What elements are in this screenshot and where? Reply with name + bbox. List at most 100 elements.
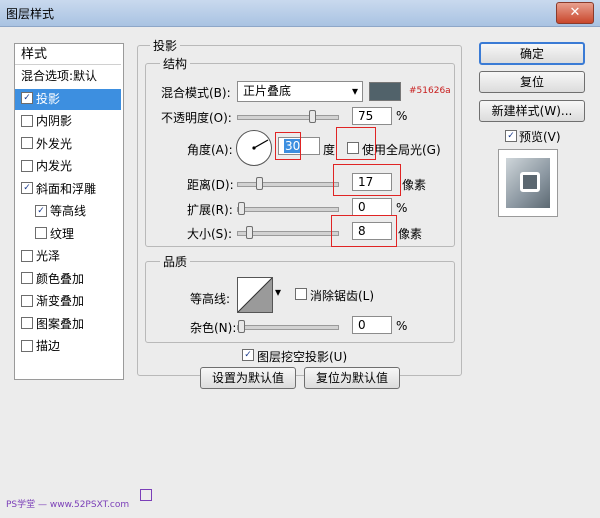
style-preview-thumbnail: [498, 149, 558, 217]
style-list-item-label: 图案叠加: [36, 316, 85, 331]
noise-input[interactable]: 0: [352, 316, 392, 334]
style-checkbox[interactable]: [21, 272, 33, 284]
opacity-slider-thumb[interactable]: [309, 110, 316, 123]
style-checkbox[interactable]: [35, 227, 47, 239]
style-list-item[interactable]: 描边: [15, 336, 121, 357]
style-checkbox[interactable]: ✓: [21, 182, 33, 194]
contour-linear-icon: [237, 277, 273, 313]
noise-label: 杂色(N):: [190, 321, 237, 335]
opacity-label: 不透明度(O):: [161, 111, 232, 125]
style-list-item[interactable]: 混合选项:默认: [15, 66, 121, 87]
drop-shadow-title: 投影: [150, 37, 181, 54]
style-list-item-label: 渐变叠加: [36, 294, 85, 308]
style-list-header: 样式: [15, 44, 121, 65]
opacity-slider[interactable]: [237, 110, 339, 123]
resize-grip-icon: [140, 489, 152, 501]
highlight-box-distance: [333, 164, 401, 196]
window-title: 图层样式: [6, 7, 55, 21]
preview-swatch: [506, 158, 550, 208]
style-list-item-label: 混合选项:默认: [21, 69, 98, 83]
ok-button[interactable]: 确定: [479, 42, 585, 65]
style-list-item[interactable]: ✓ 等高线: [15, 201, 121, 222]
knockout-checkbox[interactable]: ✓: [242, 349, 254, 361]
style-checkbox[interactable]: [21, 249, 33, 262]
spread-input[interactable]: 0: [352, 198, 392, 216]
blend-mode-value: 正片叠底: [243, 84, 292, 98]
highlight-box-angle: [275, 132, 301, 160]
style-list-item-label: 描边: [36, 339, 61, 353]
style-list-item-label: 颜色叠加: [36, 271, 85, 286]
structure-title: 结构: [160, 55, 191, 72]
preview-shape: [520, 172, 540, 192]
blend-mode-select[interactable]: 正片叠底 ▾: [237, 81, 363, 102]
style-list-item[interactable]: ✓ 斜面和浮雕: [15, 179, 121, 200]
style-checkbox[interactable]: ✓: [21, 92, 33, 104]
style-list-item[interactable]: 渐变叠加: [15, 291, 121, 312]
highlight-box-size: [331, 215, 397, 247]
contour-dropdown-icon[interactable]: ▾: [275, 285, 281, 299]
style-checkbox[interactable]: [21, 339, 33, 352]
noise-slider-thumb[interactable]: [238, 320, 245, 333]
style-list-item[interactable]: 图案叠加: [15, 314, 121, 335]
dialog-body: 样式 混合选项:默认 ✓ 投影 内阴影 外发光 内发光 ✓ 斜面和浮雕 ✓ 等高线 纹理 光泽 颜色叠加…: [0, 27, 600, 518]
antialias-checkbox[interactable]: [295, 288, 307, 300]
chevron-down-icon: ▾: [351, 84, 358, 98]
style-list-item[interactable]: 颜色叠加: [15, 269, 121, 290]
quality-title: 品质: [160, 253, 191, 270]
spread-unit: %: [396, 201, 408, 215]
reset-button[interactable]: 复位: [479, 71, 585, 93]
spread-slider[interactable]: [237, 202, 339, 215]
style-list: 样式 混合选项:默认 ✓ 投影 内阴影 外发光 内发光 ✓ 斜面和浮雕 ✓ 等高线 纹理 光泽 颜色叠加…: [14, 43, 124, 380]
distance-slider-thumb[interactable]: [256, 177, 263, 190]
style-list-item-label: 外发光: [36, 136, 73, 151]
angle-needle-icon: [252, 139, 269, 150]
size-label: 大小(S):: [187, 227, 233, 241]
blend-mode-label: 混合模式(B):: [161, 86, 231, 100]
reset-default-button[interactable]: 复位为默认值: [304, 367, 400, 389]
shadow-color-swatch[interactable]: [369, 82, 401, 101]
preview-checkbox[interactable]: ✓: [505, 130, 517, 142]
style-list-item[interactable]: 内阴影: [15, 111, 121, 132]
angle-dial[interactable]: [236, 130, 272, 166]
distance-label: 距离(D):: [187, 178, 234, 192]
style-list-item-label: 斜面和浮雕: [36, 181, 97, 196]
contour-picker[interactable]: [237, 277, 273, 313]
color-hex-note: #51626a: [409, 86, 451, 96]
style-list-item-label: 光泽: [36, 249, 61, 263]
style-checkbox[interactable]: [21, 294, 33, 307]
watermark-text: PS学堂 — www.52PSXT.com: [6, 500, 130, 510]
distance-slider[interactable]: [237, 177, 339, 190]
angle-label: 角度(A):: [187, 143, 233, 157]
opacity-unit: %: [396, 109, 408, 123]
size-unit: 像素: [398, 227, 423, 241]
style-checkbox[interactable]: [21, 317, 33, 329]
style-checkbox[interactable]: [21, 137, 33, 149]
set-default-button[interactable]: 设置为默认值: [200, 367, 296, 389]
style-list-item[interactable]: ✓ 投影: [15, 88, 121, 110]
close-button[interactable]: ✕: [556, 2, 594, 24]
style-checkbox[interactable]: ✓: [35, 204, 47, 217]
highlight-box-global-light: [336, 127, 376, 160]
new-style-button[interactable]: 新建样式(W)...: [479, 100, 585, 122]
opacity-input[interactable]: 75: [352, 107, 392, 125]
size-slider-thumb[interactable]: [246, 226, 253, 239]
style-list-item-label: 等高线: [50, 204, 87, 218]
style-list-item-label: 纹理: [50, 226, 75, 241]
angle-unit: 度: [323, 143, 336, 157]
noise-slider[interactable]: [237, 320, 339, 333]
preview-label: 预览(V): [519, 130, 561, 144]
spread-label: 扩展(R):: [187, 203, 233, 217]
style-checkbox[interactable]: [21, 114, 33, 127]
contour-label: 等高线:: [190, 292, 231, 306]
distance-unit: 像素: [402, 178, 427, 192]
style-list-item-label: 内发光: [36, 159, 73, 173]
style-list-item[interactable]: 纹理: [15, 224, 121, 245]
style-list-item[interactable]: 外发光: [15, 134, 121, 155]
style-list-item[interactable]: 内发光: [15, 156, 121, 177]
title-bar: 图层样式 ✕: [0, 0, 600, 27]
style-list-item[interactable]: 光泽: [15, 246, 121, 267]
knockout-label: 图层挖空投影(U): [257, 350, 348, 364]
style-checkbox[interactable]: [21, 159, 33, 172]
spread-slider-thumb[interactable]: [238, 202, 245, 215]
size-slider[interactable]: [237, 226, 339, 239]
